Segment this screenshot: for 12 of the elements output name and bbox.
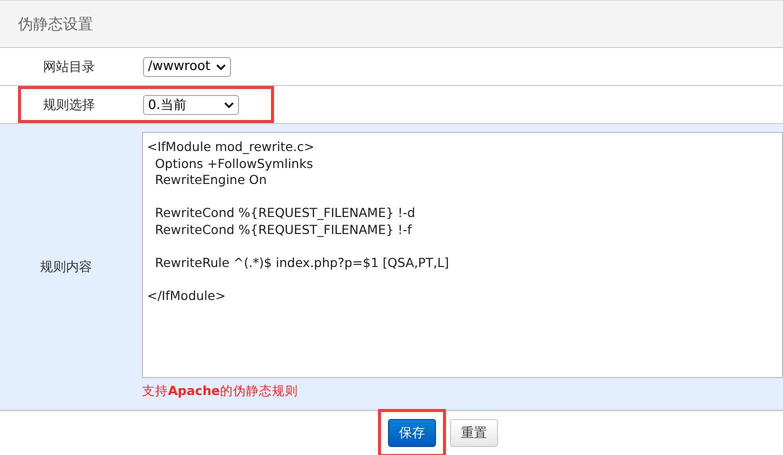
hint-text: 支持Apache的伪静态规则 <box>142 383 299 400</box>
rule-textarea[interactable]: <IfModule mod_rewrite.c> Options +FollowSymlinks RewriteEngine On RewriteCond %{REQUEST_FILENAME} !-d RewriteCond %{REQUEST_FILENAME} !-f RewriteRule ^(.*)$ index.php?p=$1 [QSA,PT,L] </IfModule> <box>142 132 783 378</box>
field-label: 网站目录 <box>43 58 96 76</box>
panel-title: 伪静态设置 <box>18 14 93 34</box>
reset-button[interactable]: 重置 <box>450 419 498 447</box>
save-button[interactable]: 保存 <box>388 419 436 447</box>
caret-icon <box>216 64 226 70</box>
dropdown-select[interactable]: /wwwroot <box>143 56 231 76</box>
dropdown-select[interactable]: 0.当前 <box>143 94 239 114</box>
field-label: 规则选择 <box>43 96 96 114</box>
caret-icon <box>224 102 234 108</box>
field-label: 规则内容 <box>40 259 92 276</box>
